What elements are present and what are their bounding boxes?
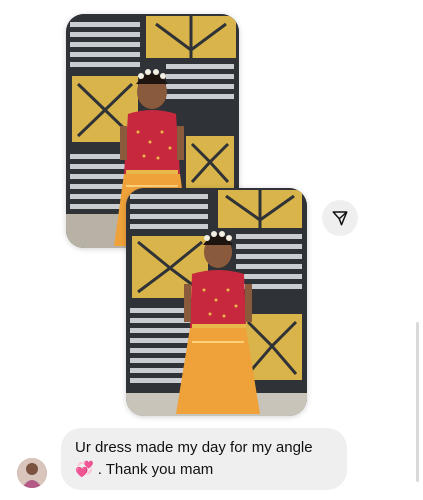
- heart-emoji: 💞: [75, 461, 94, 478]
- message-line-2-text: . Thank you mam: [97, 461, 214, 478]
- share-button[interactable]: [322, 200, 358, 236]
- sender-avatar[interactable]: [17, 458, 47, 488]
- paper-plane-icon: [332, 211, 348, 226]
- message-line-1: Ur dress made my day for my angle: [75, 439, 313, 456]
- avatar-image: [17, 458, 47, 488]
- shared-photo-2[interactable]: [126, 188, 307, 416]
- message-line-2: 💞. Thank you mam: [75, 459, 333, 481]
- scrollbar[interactable]: [416, 322, 419, 482]
- photo-2-image: [126, 188, 307, 416]
- message-bubble[interactable]: Ur dress made my day for my angle 💞. Tha…: [61, 428, 347, 490]
